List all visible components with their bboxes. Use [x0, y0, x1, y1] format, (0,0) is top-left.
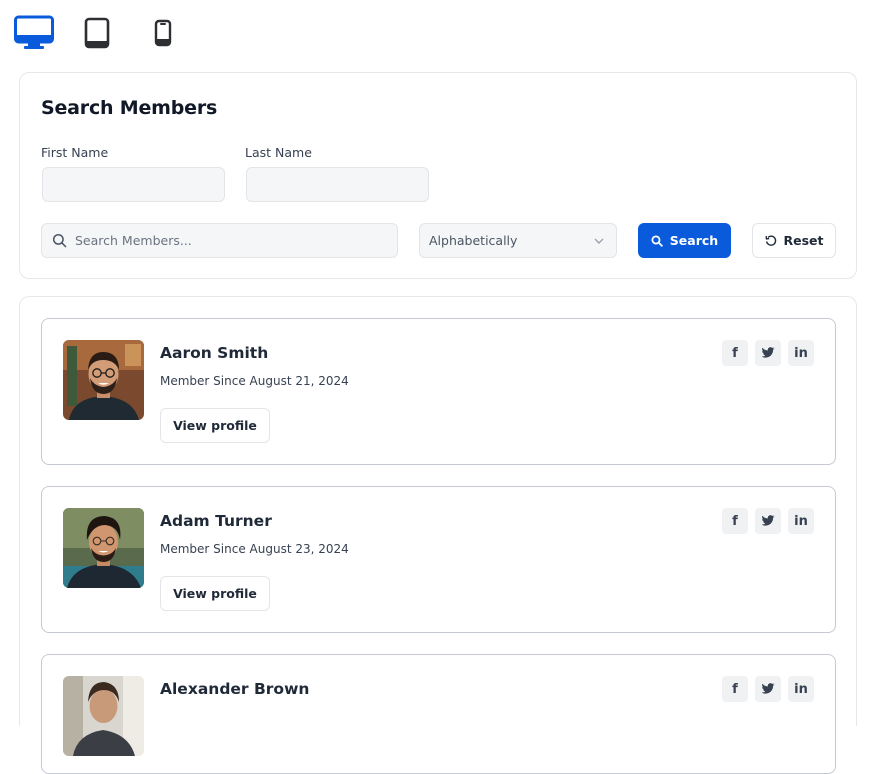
member-card: Aaron Smith Member Since August 21, 2024…	[41, 318, 836, 465]
member-card: Adam Turner Member Since August 23, 2024…	[41, 486, 836, 633]
view-profile-button[interactable]: View profile	[160, 408, 270, 443]
avatar	[63, 340, 144, 420]
reset-icon	[765, 235, 777, 247]
avatar	[63, 508, 144, 588]
tablet-view-button[interactable]	[84, 14, 110, 52]
member-since: Member Since August 23, 2024	[160, 542, 349, 556]
chevron-down-icon	[594, 238, 604, 244]
member-card: Alexander Brown f in	[41, 654, 836, 774]
search-button[interactable]: Search	[638, 223, 731, 258]
avatar	[63, 676, 144, 756]
mobile-view-button[interactable]	[154, 14, 172, 52]
linkedin-icon[interactable]: in	[788, 676, 814, 702]
desktop-view-button[interactable]	[14, 14, 54, 52]
mobile-icon	[154, 19, 172, 47]
search-button-label: Search	[669, 233, 719, 248]
social-links: f in	[715, 508, 814, 534]
sort-order-value: Alphabetically	[429, 233, 518, 248]
facebook-icon[interactable]: f	[722, 676, 748, 702]
keyword-search-input[interactable]	[75, 233, 375, 248]
search-icon	[651, 234, 663, 247]
first-name-label: First Name	[41, 145, 109, 160]
device-switcher	[14, 14, 172, 52]
social-links: f in	[715, 676, 814, 702]
last-name-label: Last Name	[245, 145, 312, 160]
search-icon	[52, 233, 67, 248]
keyword-search-field[interactable]	[41, 223, 398, 258]
search-panel: Search Members First Name Last Name Alph…	[19, 72, 857, 279]
member-name[interactable]: Aaron Smith	[160, 344, 268, 362]
member-since: Member Since August 21, 2024	[160, 374, 349, 388]
last-name-field[interactable]	[246, 167, 429, 202]
facebook-icon[interactable]: f	[722, 508, 748, 534]
reset-button-label: Reset	[783, 233, 824, 248]
twitter-icon[interactable]	[755, 508, 781, 534]
members-list-panel: Aaron Smith Member Since August 21, 2024…	[19, 296, 857, 774]
first-name-field[interactable]	[42, 167, 225, 202]
reset-button[interactable]: Reset	[752, 223, 836, 258]
desktop-icon	[14, 15, 54, 49]
linkedin-icon[interactable]: in	[788, 508, 814, 534]
social-links: f in	[715, 340, 814, 366]
twitter-icon[interactable]	[755, 340, 781, 366]
linkedin-icon[interactable]: in	[788, 340, 814, 366]
twitter-icon[interactable]	[755, 676, 781, 702]
member-name[interactable]: Alexander Brown	[160, 680, 309, 698]
view-profile-button[interactable]: View profile	[160, 576, 270, 611]
search-title: Search Members	[41, 97, 218, 119]
tablet-icon	[84, 17, 110, 49]
facebook-icon[interactable]: f	[722, 340, 748, 366]
member-name[interactable]: Adam Turner	[160, 512, 272, 530]
sort-order-select[interactable]: Alphabetically	[419, 223, 617, 258]
